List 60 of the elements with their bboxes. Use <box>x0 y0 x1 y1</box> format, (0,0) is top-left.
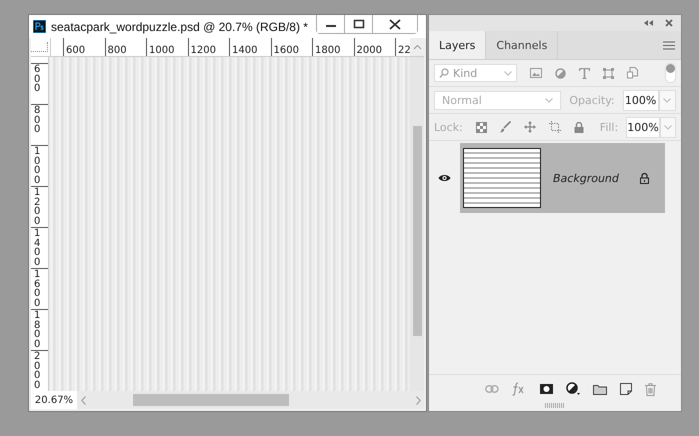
ruler-label: 1600 <box>34 270 40 308</box>
zoom-level[interactable]: 20.67% <box>31 391 77 409</box>
ruler-label: 1600 <box>274 45 299 56</box>
lock-label: Lock: <box>434 120 463 134</box>
opacity-label: Opacity: <box>569 94 615 106</box>
opacity-dropdown-icon[interactable] <box>658 90 676 110</box>
panel-tab[interactable]: Channels <box>486 31 558 59</box>
fill-field[interactable]: 100% <box>626 116 660 138</box>
document-title: seatacpark_wordpuzzle.psd @ 20.7% (RGB/8) * <box>51 20 309 34</box>
ruler-label: 1400 <box>232 45 258 56</box>
checkerboard-icon[interactable] <box>476 122 487 132</box>
ruler-label: 800 <box>108 45 127 56</box>
shape-icon[interactable] <box>603 68 614 78</box>
ruler-label: 1000 <box>149 45 174 56</box>
collapse-icon[interactable] <box>644 20 653 26</box>
ruler-label: 1200 <box>34 188 40 226</box>
ruler-label: 800 <box>34 106 40 134</box>
ruler-label: 600 <box>34 65 40 94</box>
move-icon[interactable] <box>524 121 536 133</box>
new-layer-icon[interactable] <box>620 383 632 395</box>
chevron-down-icon <box>504 70 512 76</box>
opacity-field[interactable]: 100% <box>622 90 659 110</box>
ruler-label: 1800 <box>315 45 340 56</box>
ruler-label: 22 <box>398 45 410 56</box>
close-icon <box>389 18 401 30</box>
vertical-scrollbar[interactable] <box>410 57 424 391</box>
ruler-label: 1400 <box>34 229 40 267</box>
ruler-label: 2000 <box>356 45 382 56</box>
ruler-label: 600 <box>66 45 86 56</box>
half-circle-icon[interactable] <box>555 68 566 78</box>
crop-icon[interactable] <box>548 121 561 133</box>
minimize-button[interactable] <box>317 15 345 33</box>
ruler-label: 1000 <box>34 147 40 185</box>
link-icon[interactable] <box>485 385 499 393</box>
lock-icon[interactable] <box>640 172 649 184</box>
ruler-origin-icon <box>31 42 48 52</box>
fill-label: Fill: <box>600 120 618 134</box>
folder-icon[interactable] <box>593 384 607 394</box>
resize-grip-icon[interactable] <box>545 403 565 408</box>
adjustment-icon[interactable] <box>566 382 580 396</box>
brush-icon[interactable] <box>500 121 511 133</box>
ruler-label: 1200 <box>190 45 216 56</box>
layer-name: Background <box>553 172 620 184</box>
smart-object-icon[interactable] <box>627 67 638 79</box>
type-icon[interactable] <box>579 68 590 78</box>
image-icon[interactable] <box>530 68 542 78</box>
ruler-label: 1800 <box>34 311 40 349</box>
fill-dropdown-icon[interactable] <box>660 116 676 138</box>
close-icon[interactable] <box>665 19 673 27</box>
app-logo-icon <box>33 20 46 33</box>
search-icon <box>439 68 449 78</box>
maximize-icon <box>352 19 364 29</box>
trash-icon[interactable] <box>645 382 656 396</box>
scroll-up-icon[interactable] <box>410 38 424 56</box>
filter-toggle[interactable] <box>665 63 676 83</box>
ruler-label: 2000 <box>34 352 40 390</box>
layer-row[interactable]: Background <box>460 143 665 213</box>
panel-tab[interactable]: Layers <box>429 31 486 59</box>
chevron-down-icon <box>545 98 554 102</box>
mask-icon[interactable] <box>540 384 553 394</box>
